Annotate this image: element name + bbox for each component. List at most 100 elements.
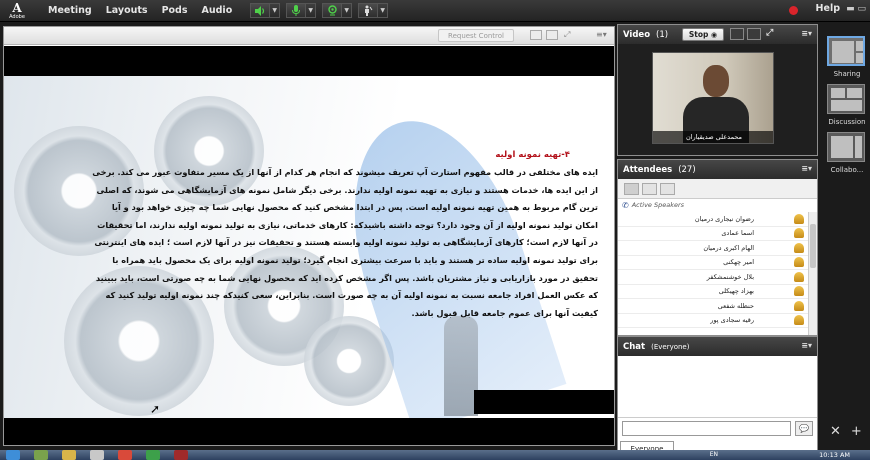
- layout-thumbnail: [827, 132, 865, 162]
- microphone-icon[interactable]: [286, 3, 307, 18]
- attendee-icon: [794, 213, 804, 224]
- taskbar-app-icon[interactable]: [34, 450, 48, 460]
- menu-help[interactable]: Help: [816, 3, 840, 14]
- settings-tool-icon[interactable]: ✕: [830, 424, 841, 439]
- list-item[interactable]: رقیه سجادی پور: [618, 314, 808, 328]
- menu-audio[interactable]: Audio: [202, 5, 233, 16]
- list-item[interactable]: الهام اکبری درمیان: [618, 241, 808, 256]
- fit-width-icon[interactable]: [530, 30, 542, 40]
- slide-line: ترین گام مربوط به همین تهیه نمونه اولیه …: [111, 202, 598, 213]
- pod-menu-icon[interactable]: ≡▾: [596, 30, 608, 40]
- raise-hand-icon[interactable]: [358, 3, 379, 18]
- fullscreen-icon[interactable]: ⤢: [766, 28, 780, 40]
- menu-bar: A Adobe Meeting Layouts Pods Audio ▼ ▼ ▼: [0, 0, 870, 22]
- list-item[interactable]: اسما عمادی: [618, 227, 808, 241]
- status-dropdown[interactable]: ▼: [378, 3, 389, 18]
- video-pod: Video (1) Stop ◉ ⤢ ≡▾ محمدعلی صدیقیاران: [617, 24, 818, 156]
- mouse-cursor-icon: ➚: [150, 402, 161, 416]
- attendee-list: رضوان نیجاری درمیان اسما عمادی الهام اکب…: [618, 212, 808, 328]
- list-item[interactable]: بهزاد چهیکلی: [618, 285, 808, 299]
- status-control[interactable]: ▼: [358, 3, 389, 19]
- slide-heading: ۴-تهیه نمونه اولیه: [495, 150, 570, 160]
- share-pod: Request Control ⤢ ≡▾ ۴-تهیه نمونه اولیه …: [3, 26, 615, 446]
- slide-line: امکان تولید نمونه اولیه از آن وجود دارد؟…: [97, 219, 598, 230]
- webcam-icon[interactable]: [322, 3, 343, 18]
- sort-icon[interactable]: [660, 182, 675, 195]
- add-layout-icon[interactable]: +: [851, 424, 862, 439]
- start-button-icon[interactable]: [6, 450, 20, 460]
- menu-pods[interactable]: Pods: [162, 5, 188, 16]
- filmstrip-view-icon[interactable]: [747, 28, 761, 40]
- layout-tools: ✕ +: [830, 424, 862, 439]
- fit-page-icon[interactable]: [546, 30, 558, 40]
- layout-thumbnail: [827, 36, 865, 66]
- pod-menu-icon[interactable]: ≡▾: [801, 341, 812, 350]
- pod-menu-icon[interactable]: ≡▾: [801, 164, 812, 173]
- windows-taskbar: EN 10:13 AM: [0, 450, 870, 460]
- microphone-dropdown[interactable]: ▼: [306, 3, 317, 18]
- taskbar-app-icon[interactable]: [90, 450, 104, 460]
- slide-line: ایده های مختلفی در قالب مفهوم استارت آپ …: [92, 167, 598, 177]
- webcam-dropdown[interactable]: ▼: [342, 3, 353, 18]
- layout-thumbnail: [827, 84, 865, 114]
- menu-layouts[interactable]: Layouts: [106, 5, 148, 16]
- fullscreen-icon[interactable]: ⤢: [564, 30, 576, 40]
- attendees-toolbar: [618, 179, 817, 199]
- phone-icon: ✆: [622, 200, 629, 210]
- list-view-icon[interactable]: [624, 182, 639, 195]
- slide-line: کیفیت آنها برای عموم جامعه قابل قبول باش…: [411, 307, 598, 318]
- layouts-bar: Sharing Discussion Collabo...: [822, 26, 870, 446]
- slide-text: ۴-تهیه نمونه اولیه ایده های مختلفی در قا…: [18, 150, 598, 322]
- attendees-pod-title: Attendees (27) ≡▾: [618, 160, 817, 179]
- taskbar-app-icon[interactable]: [118, 450, 132, 460]
- taskbar-app-icon[interactable]: [62, 450, 76, 460]
- webcam-control[interactable]: ▼: [322, 3, 353, 19]
- attendee-icon: [794, 286, 804, 297]
- list-item[interactable]: رضوان نیجاری درمیان: [618, 212, 808, 227]
- recording-indicator-icon[interactable]: [789, 6, 798, 15]
- slide-viewport: ۴-تهیه نمونه اولیه ایده های مختلفی در قا…: [4, 46, 614, 445]
- list-item[interactable]: حنظله شفعی: [618, 299, 808, 314]
- list-item[interactable]: بلال خوشنمشکفر: [618, 270, 808, 285]
- stop-video-button[interactable]: Stop ◉: [682, 28, 724, 41]
- attendee-icon: [794, 228, 804, 239]
- language-indicator[interactable]: EN: [710, 451, 718, 458]
- slide-line: که عکس العمل افراد جامعه نسبت به نمونه ا…: [105, 290, 598, 301]
- chat-pod-title: Chat (Everyone) ≡▾: [618, 337, 817, 356]
- slide-line: تحقیق در مورد بازاریابی و نیاز مشتریان ب…: [95, 272, 598, 283]
- window-controls[interactable]: ▬ ▭: [846, 4, 866, 14]
- speaker-dropdown[interactable]: ▼: [270, 3, 281, 18]
- adobe-connect-window: A Adobe Meeting Layouts Pods Audio ▼ ▼ ▼: [0, 0, 870, 460]
- chat-input[interactable]: [622, 421, 791, 436]
- slide-line: از این ایده ها، خدمات هستند و نیازی به ت…: [96, 184, 598, 195]
- webcam-icon: ◉: [711, 30, 718, 39]
- taskbar-app-icon[interactable]: [146, 450, 160, 460]
- presentation-slide: ۴-تهیه نمونه اولیه ایده های مختلفی در قا…: [4, 76, 614, 418]
- attendees-pod: Attendees (27) ≡▾ ✆ Active Speakers رضوا…: [617, 159, 818, 336]
- layout-discussion[interactable]: Discussion: [827, 84, 867, 126]
- layout-sharing[interactable]: Sharing: [827, 36, 867, 78]
- menu-meeting[interactable]: Meeting: [48, 5, 92, 16]
- person-graphic: [444, 316, 478, 416]
- black-overlay-box: [474, 390, 614, 414]
- grid-view-icon[interactable]: [730, 28, 744, 40]
- slide-line: در آنها لازم است؛ کارهای آزمایشگاهی به ت…: [94, 237, 598, 248]
- send-message-button[interactable]: 💬: [795, 421, 813, 436]
- slide-paragraph: ایده های مختلفی در قالب مفهوم استارت آپ …: [18, 164, 598, 322]
- taskbar-app-icon[interactable]: [174, 450, 188, 460]
- chat-messages: [618, 356, 817, 416]
- list-item[interactable]: امیر چهکنی: [618, 256, 808, 270]
- taskbar-clock: 10:13 AM: [819, 451, 850, 459]
- request-control-button[interactable]: Request Control: [438, 29, 514, 42]
- breakout-icon[interactable]: [642, 182, 657, 195]
- attendee-icon: [794, 315, 804, 326]
- share-pod-header: Request Control ⤢ ≡▾: [4, 27, 614, 45]
- speaker-control[interactable]: ▼: [250, 3, 281, 19]
- layout-collaboration[interactable]: Collabo...: [827, 132, 867, 174]
- microphone-control[interactable]: ▼: [286, 3, 317, 19]
- adobe-logo: A Adobe: [9, 0, 25, 20]
- chat-pod: Chat (Everyone) ≡▾ 💬 Everyone: [617, 336, 818, 460]
- speaker-icon[interactable]: [250, 3, 271, 18]
- attendee-scrollbar[interactable]: [808, 212, 817, 335]
- pod-menu-icon[interactable]: ≡▾: [801, 29, 812, 38]
